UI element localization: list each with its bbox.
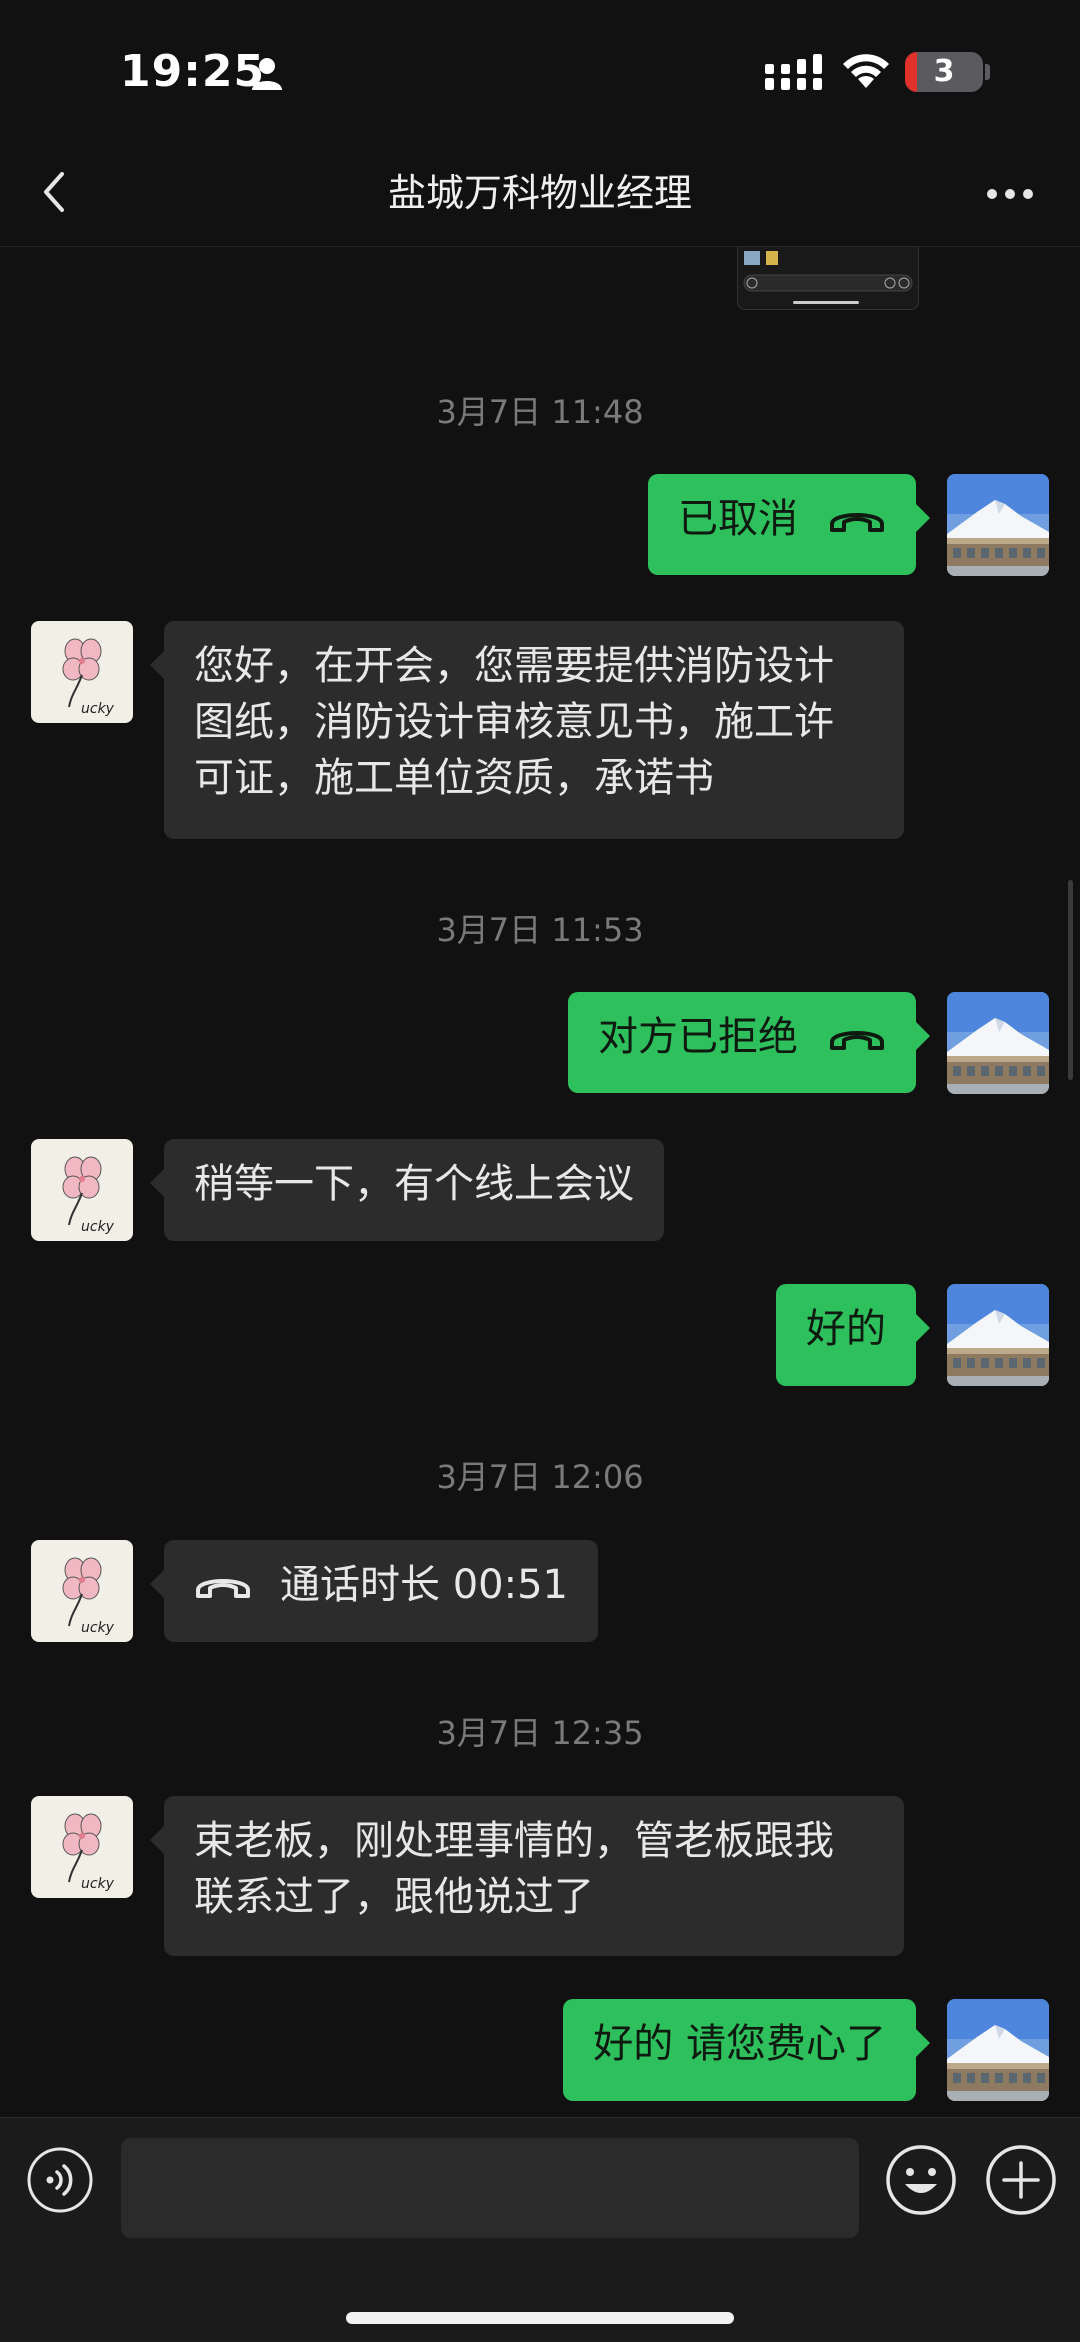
emoji-icon[interactable] [885,2144,957,2216]
chat-title: 盐城万科物业经理 [387,171,692,215]
call-record-bubble-out[interactable]: 对方已拒绝 [568,992,930,1093]
call-record-bubble-in[interactable]: 通话时长 00:51 [150,1540,598,1642]
message-line: 图纸，消防设计审核意见书，施工许 [194,699,834,745]
message-line: 好的 [806,1306,886,1352]
contact-avatar[interactable]: ucky [31,1540,133,1642]
avatar-text: ucky [81,1620,115,1636]
text-bubble-in[interactable]: 您好，在开会，您需要提供消防设计 图纸，消防设计审核意见书，施工许 可证，施工单… [150,621,904,839]
status-bar: 19:25 3 [0,0,1080,140]
mountain-landscape-avatar-icon [947,1284,1049,1386]
person-icon [252,58,282,90]
call-status-text: 对方已拒绝 [598,1014,798,1060]
message-line: 联系过了，跟他说过了 [194,1874,594,1920]
mountain-landscape-avatar-icon [947,1999,1049,2101]
text-bubble-in[interactable]: 束老板，刚处理事情的，管老板跟我 联系过了，跟他说过了 [150,1796,904,1956]
contact-avatar[interactable]: ucky [31,1796,133,1898]
cellular-signal-icon [765,54,822,90]
input-bar [0,2117,1080,2342]
hangup-phone-icon [830,513,884,532]
battery-level: 3 [933,54,955,89]
message-timestamp: 3月7日 11:53 [436,911,644,949]
contact-avatar[interactable]: ucky [31,621,133,723]
message-timestamp: 3月7日 12:06 [436,1458,644,1496]
wifi-icon [843,54,889,88]
hangup-phone-icon [830,1031,884,1050]
hangup-phone-icon [196,1579,250,1598]
screenshot-thumbnail-icon [743,251,913,304]
self-avatar[interactable] [947,1999,1049,2101]
contact-avatar[interactable]: ucky [31,1139,133,1241]
message-list[interactable]: 3月7日 11:48 已取消 ucky 您好，在开会，您需要提供消防设计 图纸，… [0,247,1080,2117]
call-duration-text: 通话时长 00:51 [280,1562,568,1608]
text-bubble-out[interactable]: 好的 请您费心了 [563,1999,930,2101]
avatar-text: ucky [81,1876,115,1892]
image-message-preview[interactable] [737,247,919,310]
add-more-icon[interactable] [985,2144,1057,2216]
mountain-landscape-avatar-icon [947,474,1049,576]
lucky-flower-avatar-icon: ucky [31,1540,133,1642]
message-line: 束老板，刚处理事情的，管老板跟我 [194,1818,834,1864]
message-line: 您好，在开会，您需要提供消防设计 [194,643,834,689]
mountain-landscape-avatar-icon [947,992,1049,1094]
chat-header: 盐城万科物业经理 [0,140,1080,247]
call-status-text: 已取消 [678,496,798,542]
message-input[interactable] [121,2138,859,2238]
self-avatar[interactable] [947,474,1049,576]
lucky-flower-avatar-icon: ucky [31,1139,133,1241]
battery-tip [985,64,990,80]
message-line: 稍等一下，有个线上会议 [194,1161,634,1207]
scroll-indicator[interactable] [1068,880,1073,1080]
voice-input-icon[interactable] [26,2146,94,2214]
message-line: 好的 请您费心了 [593,2021,886,2067]
back-chevron-icon[interactable] [30,162,80,222]
home-indicator[interactable] [346,2312,734,2324]
avatar-text: ucky [81,1219,115,1235]
battery-icon: 3 [905,52,983,92]
message-timestamp: 3月7日 12:35 [436,1714,644,1752]
self-avatar[interactable] [947,1284,1049,1386]
text-bubble-in[interactable]: 稍等一下，有个线上会议 [150,1139,664,1241]
lucky-flower-avatar-icon: ucky [31,621,133,723]
message-line: 可证，施工单位资质，承诺书 [194,755,714,801]
self-avatar[interactable] [947,992,1049,1094]
lucky-flower-avatar-icon: ucky [31,1796,133,1898]
avatar-text: ucky [81,701,115,717]
more-options-icon[interactable] [982,176,1038,212]
message-timestamp: 3月7日 11:48 [436,393,644,431]
call-record-bubble-out[interactable]: 已取消 [648,474,930,575]
text-bubble-out[interactable]: 好的 [776,1284,930,1386]
status-time: 19:25 [120,46,266,97]
